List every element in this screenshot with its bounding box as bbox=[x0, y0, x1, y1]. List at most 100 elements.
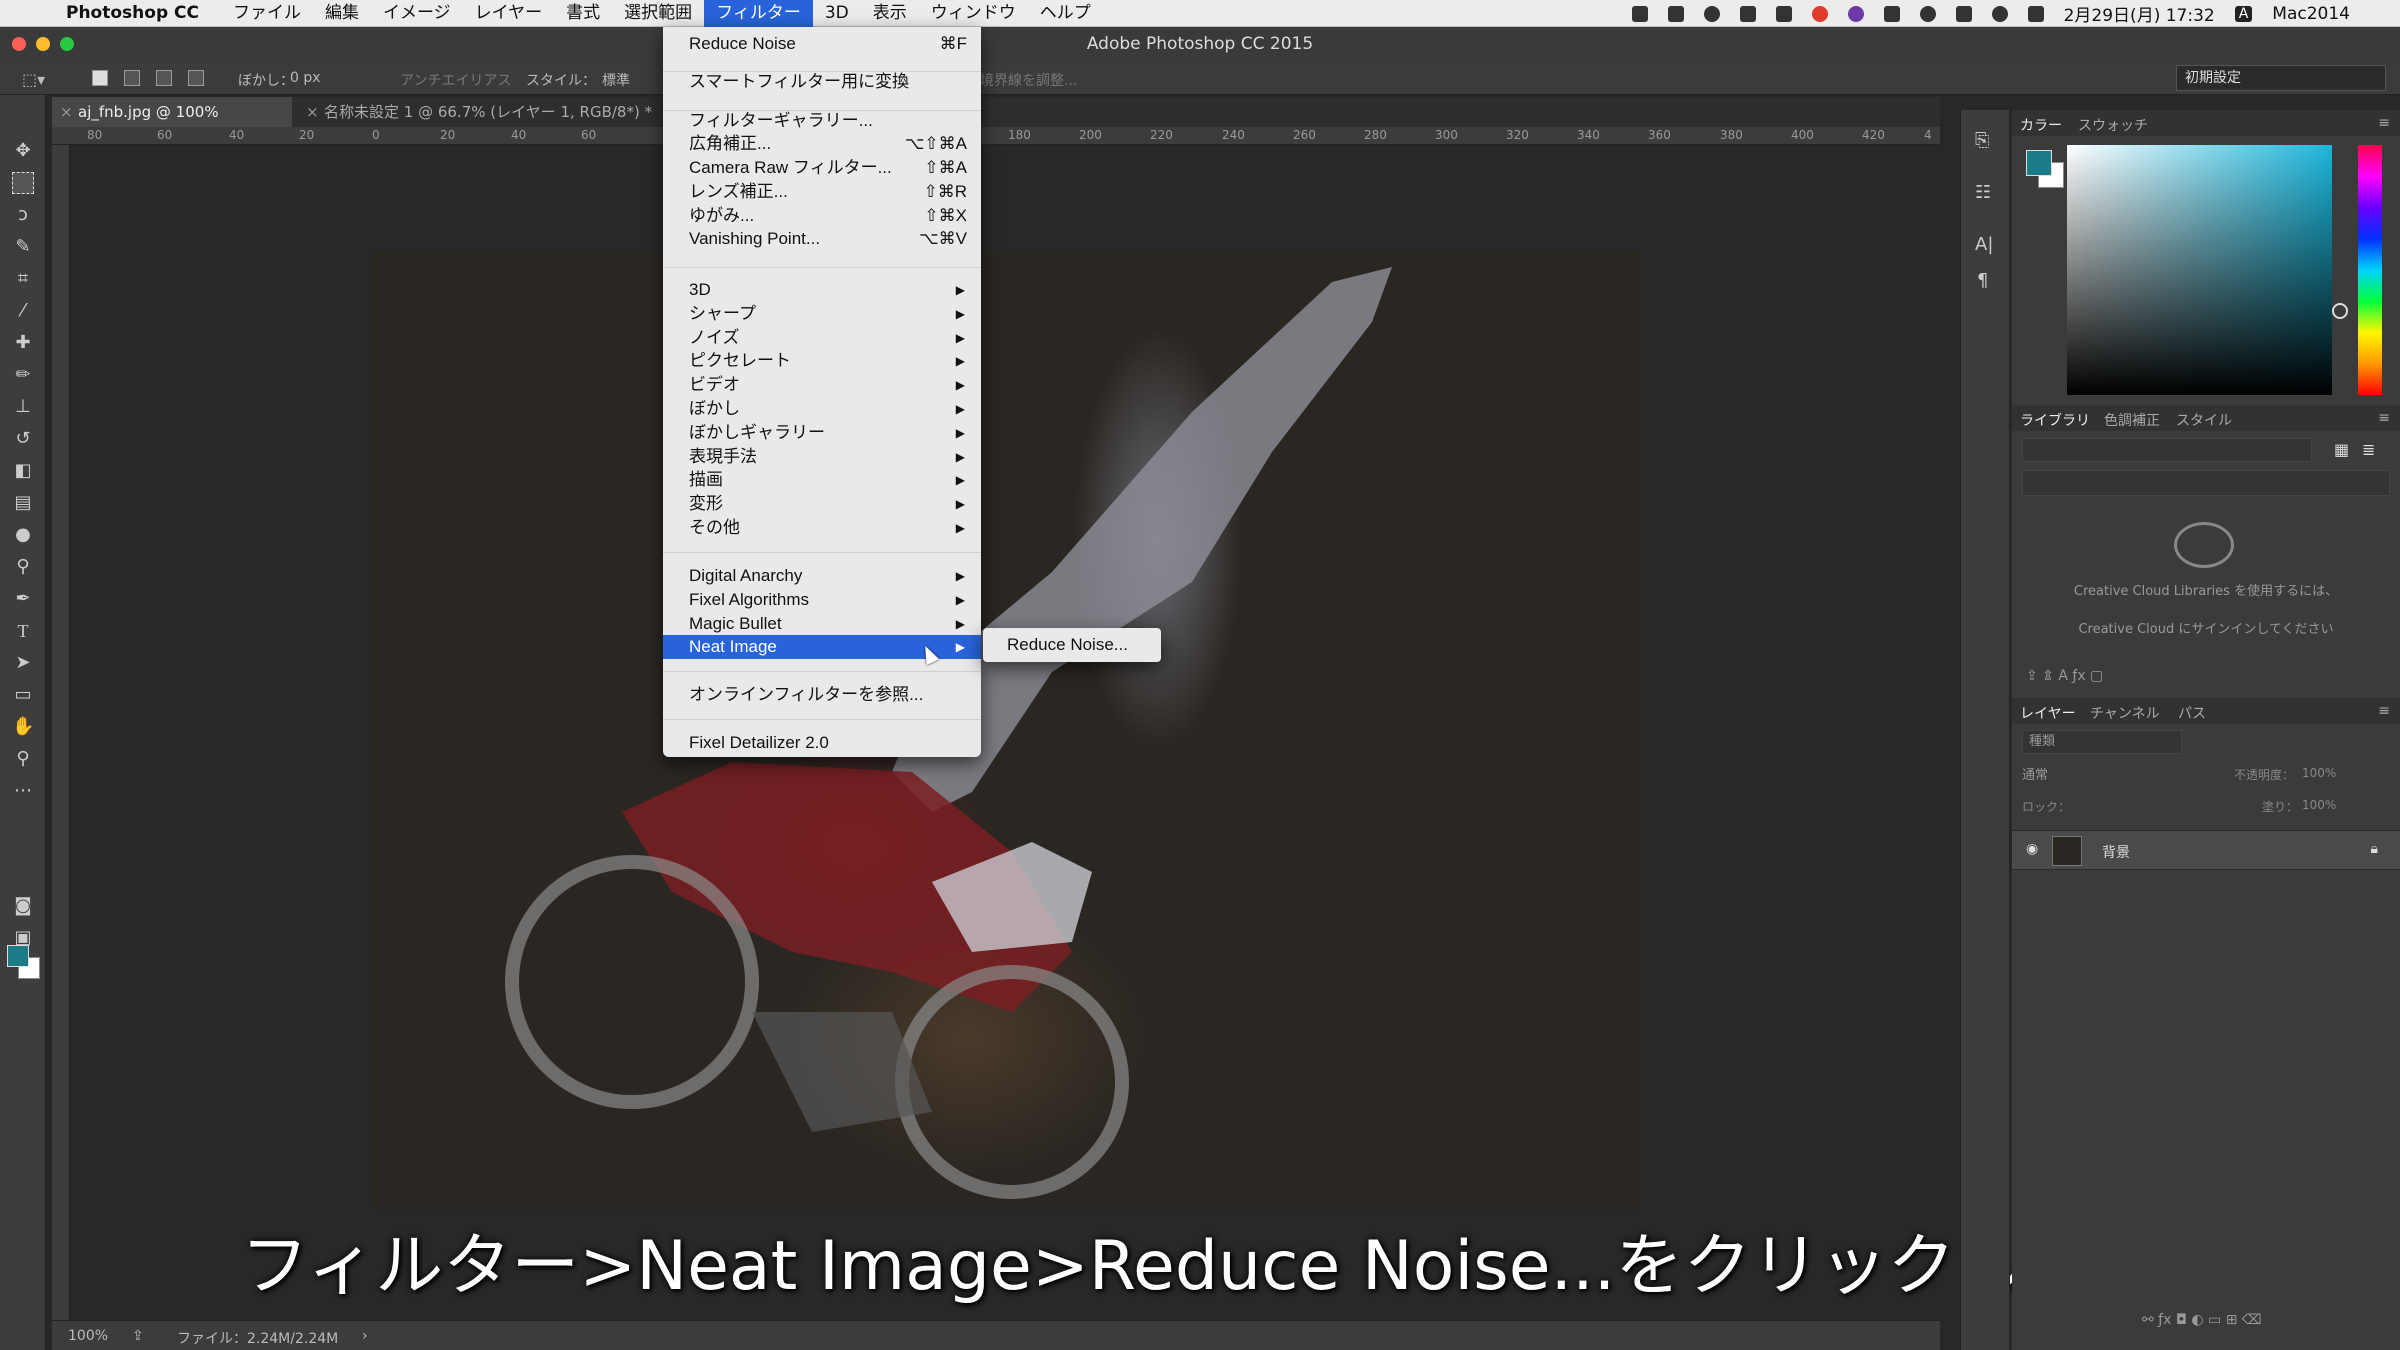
healing-brush-tool-icon[interactable]: ✚ bbox=[12, 332, 34, 354]
character-panel-icon[interactable]: A| bbox=[1975, 234, 1993, 255]
close-window-icon[interactable] bbox=[12, 37, 26, 51]
airplay-icon[interactable] bbox=[1883, 5, 1900, 22]
filter-menu-item[interactable]: Reduce Noise ⌘F bbox=[663, 32, 981, 56]
layer-name[interactable]: 背景 bbox=[2102, 842, 2130, 862]
refine-edge-button[interactable]: 境界線を調整... bbox=[980, 70, 1077, 90]
tab-layers[interactable]: レイヤー bbox=[2020, 703, 2076, 723]
list-view-icon[interactable]: ≣ bbox=[2362, 440, 2375, 459]
opacity-value[interactable]: 100% bbox=[2302, 766, 2336, 780]
crop-tool-icon[interactable]: ⌗ bbox=[12, 268, 34, 290]
paragraph-panel-icon[interactable]: ¶ bbox=[1977, 270, 1988, 291]
filter-menu-item[interactable]: Magic Bullet ▶ bbox=[663, 612, 981, 636]
visibility-eye-icon[interactable]: ◉ bbox=[2026, 841, 2038, 857]
dodge-tool-icon[interactable]: ⚲ bbox=[12, 556, 34, 578]
menu-view[interactable]: 表示 bbox=[861, 0, 919, 27]
filter-menu-item[interactable]: ピクセレート ▶ bbox=[663, 349, 981, 373]
properties-panel-icon[interactable]: ☷ bbox=[1975, 182, 1991, 203]
menu-layer[interactable]: レイヤー bbox=[463, 0, 555, 27]
user-name[interactable]: Mac2014 bbox=[2272, 4, 2350, 24]
filter-menu-item[interactable]: Digital Anarchy ▶ bbox=[663, 564, 981, 588]
lasso-tool-icon[interactable]: ↄ bbox=[12, 204, 34, 226]
library-select[interactable] bbox=[2022, 438, 2312, 462]
rectangle-tool-icon[interactable]: ▭ bbox=[12, 684, 34, 706]
menu-filter[interactable]: フィルター bbox=[704, 0, 813, 27]
filter-menu-item[interactable]: Vanishing Point... ⌥⌘V bbox=[663, 227, 981, 251]
fill-value[interactable]: 100% bbox=[2302, 798, 2336, 812]
export-icon[interactable]: ⇪ bbox=[132, 1328, 144, 1344]
color-panel-foreground-swatch[interactable] bbox=[2026, 150, 2052, 176]
zoom-window-icon[interactable] bbox=[60, 37, 74, 51]
filter-menu-item[interactable]: スマートフィルター用に変換 bbox=[663, 70, 981, 94]
document-image[interactable] bbox=[372, 252, 1640, 1210]
filter-menu-item[interactable]: ゆがみ... ⇧⌘X bbox=[663, 204, 981, 228]
menu-select[interactable]: 選択範囲 bbox=[612, 0, 704, 27]
filter-menu-item[interactable]: フィルターギャラリー... bbox=[663, 109, 981, 133]
antialias-checkbox[interactable]: アンチエイリアス bbox=[400, 70, 511, 90]
hue-slider[interactable] bbox=[2358, 145, 2382, 395]
tab-channels[interactable]: チャンネル bbox=[2090, 703, 2160, 723]
menu-file[interactable]: ファイル bbox=[221, 0, 313, 27]
gradient-tool-icon[interactable]: ▤ bbox=[12, 492, 34, 514]
drive-icon[interactable] bbox=[1775, 5, 1792, 22]
marquee-preset-icon[interactable]: ⬚▾ bbox=[22, 70, 45, 89]
filter-menu-item[interactable]: Fixel Algorithms ▶ bbox=[663, 588, 981, 612]
creative-cloud-icon[interactable] bbox=[1847, 5, 1864, 22]
style-select[interactable]: 標準 bbox=[602, 70, 630, 90]
dropbox-icon[interactable] bbox=[1667, 5, 1684, 22]
quick-select-tool-icon[interactable]: ✎ bbox=[12, 236, 34, 258]
filter-menu-item[interactable]: シャープ ▶ bbox=[663, 302, 981, 326]
filter-menu-item[interactable]: 広角補正... ⌥⇧⌘A bbox=[663, 132, 981, 156]
history-brush-tool-icon[interactable]: ↺ bbox=[12, 428, 34, 450]
history-panel-icon[interactable]: ⎘ bbox=[1975, 130, 1989, 151]
eraser-tool-icon[interactable]: ◧ bbox=[12, 460, 34, 482]
app-name-menu[interactable]: Photoshop CC bbox=[66, 3, 199, 23]
library-search-input[interactable] bbox=[2022, 470, 2390, 496]
filter-menu-item[interactable]: ぼかし ▶ bbox=[663, 397, 981, 421]
marquee-tool-icon[interactable] bbox=[12, 172, 34, 194]
menu-3d[interactable]: 3D bbox=[813, 0, 861, 27]
app-icon[interactable] bbox=[1739, 5, 1756, 22]
quick-mask-icon[interactable]: ◙ bbox=[12, 895, 34, 917]
filter-menu-item[interactable]: ぼかしギャラリー ▶ bbox=[663, 421, 981, 445]
close-tab-icon[interactable]: × bbox=[306, 97, 319, 127]
new-selection-icon[interactable] bbox=[92, 70, 108, 86]
filter-menu-item[interactable]: 表現手法 ▶ bbox=[663, 445, 981, 469]
filter-menu-item[interactable]: 変形 ▶ bbox=[663, 492, 981, 516]
tab-paths[interactable]: パス bbox=[2178, 703, 2206, 723]
workspace-select[interactable]: 初期設定 bbox=[2176, 65, 2386, 91]
layer-row-background[interactable]: ◉ 背景 🔒︎ bbox=[2012, 830, 2400, 870]
close-tab-icon[interactable]: × bbox=[60, 97, 73, 127]
tab-adjustments[interactable]: 色調補正 bbox=[2104, 410, 2160, 430]
status-menu-arrow-icon[interactable]: › bbox=[362, 1328, 368, 1344]
menu-item-neat-image-reduce-noise[interactable]: Reduce Noise... bbox=[983, 633, 1161, 657]
panel-menu-icon[interactable]: ≡ bbox=[2378, 703, 2390, 719]
filter-menu-item[interactable]: レンズ補正... ⇧⌘R bbox=[663, 180, 981, 204]
wifi-icon[interactable] bbox=[1991, 5, 2008, 22]
menu-edit[interactable]: 編集 bbox=[313, 0, 371, 27]
filter-menu-item[interactable]: オンラインフィルターを参照... bbox=[663, 683, 981, 707]
canvas-area[interactable] bbox=[70, 145, 1940, 1320]
path-select-tool-icon[interactable]: ➤ bbox=[12, 652, 34, 674]
filter-menu-item[interactable]: Camera Raw フィルター... ⇧⌘A bbox=[663, 156, 981, 180]
tab-swatches[interactable]: スウォッチ bbox=[2078, 115, 2148, 135]
tab-styles[interactable]: スタイル bbox=[2176, 410, 2232, 430]
alert-icon[interactable] bbox=[1811, 5, 1828, 22]
panel-menu-icon[interactable]: ≡ bbox=[2378, 115, 2390, 131]
subtract-selection-icon[interactable] bbox=[156, 70, 172, 86]
menu-window[interactable]: ウィンドウ bbox=[919, 0, 1028, 27]
add-selection-icon[interactable] bbox=[124, 70, 140, 86]
layers-footer-icons[interactable]: ⚯ ƒx ◘ ◐ ▭ ⊞ ⌫ bbox=[2142, 1312, 2262, 1328]
screen-mode-icon[interactable]: ▣ bbox=[12, 927, 34, 949]
menu-help[interactable]: ヘルプ bbox=[1028, 0, 1103, 27]
eyedropper-tool-icon[interactable]: ⁄ bbox=[12, 300, 34, 322]
tab-untitled-1[interactable]: × 名称未設定 1 @ 66.7% (レイヤー 1, RGB/8*) * bbox=[298, 97, 698, 127]
filter-menu-item[interactable]: その他 ▶ bbox=[663, 516, 981, 540]
tab-aj-fnb[interactable]: × aj_fnb.jpg @ 100% (RGB/8#) bbox=[52, 97, 292, 151]
blur-tool-icon[interactable]: ● bbox=[12, 524, 34, 546]
color-picker-field[interactable] bbox=[2067, 145, 2348, 395]
library-footer-icons[interactable]: ⇪ ⇭ A ƒx ▢ bbox=[2026, 668, 2103, 684]
menu-type[interactable]: 書式 bbox=[554, 0, 612, 27]
grid-view-icon[interactable]: ▦ bbox=[2334, 440, 2349, 459]
more-tools-icon[interactable]: ⋯ bbox=[12, 780, 34, 802]
intersect-selection-icon[interactable] bbox=[188, 70, 204, 86]
